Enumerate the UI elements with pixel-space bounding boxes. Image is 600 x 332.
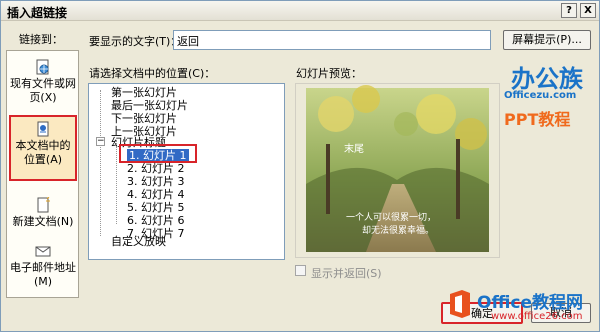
tree-guide-line — [116, 140, 117, 224]
email-icon — [35, 246, 51, 257]
watermark-top-url: Officezu.com — [504, 90, 577, 101]
watermark-bottom-logo: Office教程网 — [477, 293, 584, 313]
tree-item[interactable]: 最后一张幻灯片 — [111, 99, 188, 112]
link-to-caption: 链接到： — [19, 33, 63, 46]
link-to-nav: 现有文件或网页(X) 本文档中的位置(A) 新建文档(N) 电子邮件地址(M) — [6, 50, 79, 298]
nav-email-address[interactable]: 电子邮件地址(M) — [9, 243, 77, 289]
help-button[interactable]: ? — [561, 3, 577, 18]
tree-label: 请选择文档中的位置(C)： — [89, 67, 216, 80]
window-title: 插入超链接 — [7, 6, 68, 20]
tree-item[interactable]: 第一张幻灯片 — [111, 86, 177, 99]
nav-label: 新建文档(N) — [12, 215, 74, 228]
screentip-button[interactable]: 屏幕提示(P)... — [503, 30, 591, 50]
nav-existing-file[interactable]: 现有文件或网页(X) — [9, 59, 77, 105]
tree-item[interactable]: 3. 幻灯片 3 — [127, 175, 185, 188]
slide-preview: 末尾 一个人可以很累一切， 却无法很累幸福。 — [295, 83, 500, 258]
nav-label: 本文档中的位置(A) — [15, 139, 71, 166]
show-and-return-label: 显示并返回(S) — [311, 267, 382, 280]
document-location-tree[interactable]: 第一张幻灯片 最后一张幻灯片 下一张幻灯片 上一张幻灯片 − 幻灯片标题 1. … — [88, 83, 285, 260]
nav-label: 电子邮件地址(M) — [10, 261, 76, 288]
nav-label: 现有文件或网页(X) — [10, 77, 76, 104]
collapse-icon[interactable]: − — [96, 137, 105, 146]
display-text-input[interactable]: 返回 — [173, 30, 491, 50]
watermark-top-sub: PPT教程 — [504, 110, 571, 129]
office-logo-icon — [450, 290, 470, 318]
nav-new-document[interactable]: 新建文档(N) — [9, 197, 77, 229]
close-button[interactable]: X — [580, 3, 596, 18]
tree-item[interactable]: 自定义放映 — [111, 235, 166, 248]
insert-hyperlink-dialog: 插入超链接 ? X 链接到： 现有文件或网页(X) 本文档中的位置(A) 新建文… — [0, 0, 600, 332]
preview-label: 幻灯片预览： — [296, 67, 362, 80]
globe-file-icon — [36, 59, 49, 75]
tree-guide-line — [100, 90, 101, 236]
tree-item[interactable]: 4. 幻灯片 4 — [127, 188, 185, 201]
show-and-return-checkbox[interactable] — [295, 265, 306, 276]
watermark-top-logo: 办公族 — [511, 65, 583, 93]
new-document-icon — [37, 197, 50, 213]
tree-item[interactable]: 6. 幻灯片 6 — [127, 214, 185, 227]
nav-this-document[interactable]: 本文档中的位置(A) — [9, 115, 77, 181]
tree-item[interactable]: 5. 幻灯片 5 — [127, 201, 185, 214]
tree-item[interactable]: 下一张幻灯片 — [111, 112, 177, 125]
display-text-label: 要显示的文字(T)： — [89, 35, 182, 48]
tree-item[interactable]: 2. 幻灯片 2 — [127, 162, 185, 175]
slide-caption: 末尾 — [344, 144, 364, 155]
selection-highlight — [119, 144, 197, 163]
title-bar: 插入超链接 ? X — [1, 1, 599, 21]
watermark-bottom-url: www.office26.com — [491, 311, 583, 322]
document-anchor-icon — [37, 121, 49, 137]
slide-text-line2: 却无法很累幸福。 — [362, 226, 435, 236]
slide-text-line1: 一个人可以很累一切， — [346, 213, 437, 223]
